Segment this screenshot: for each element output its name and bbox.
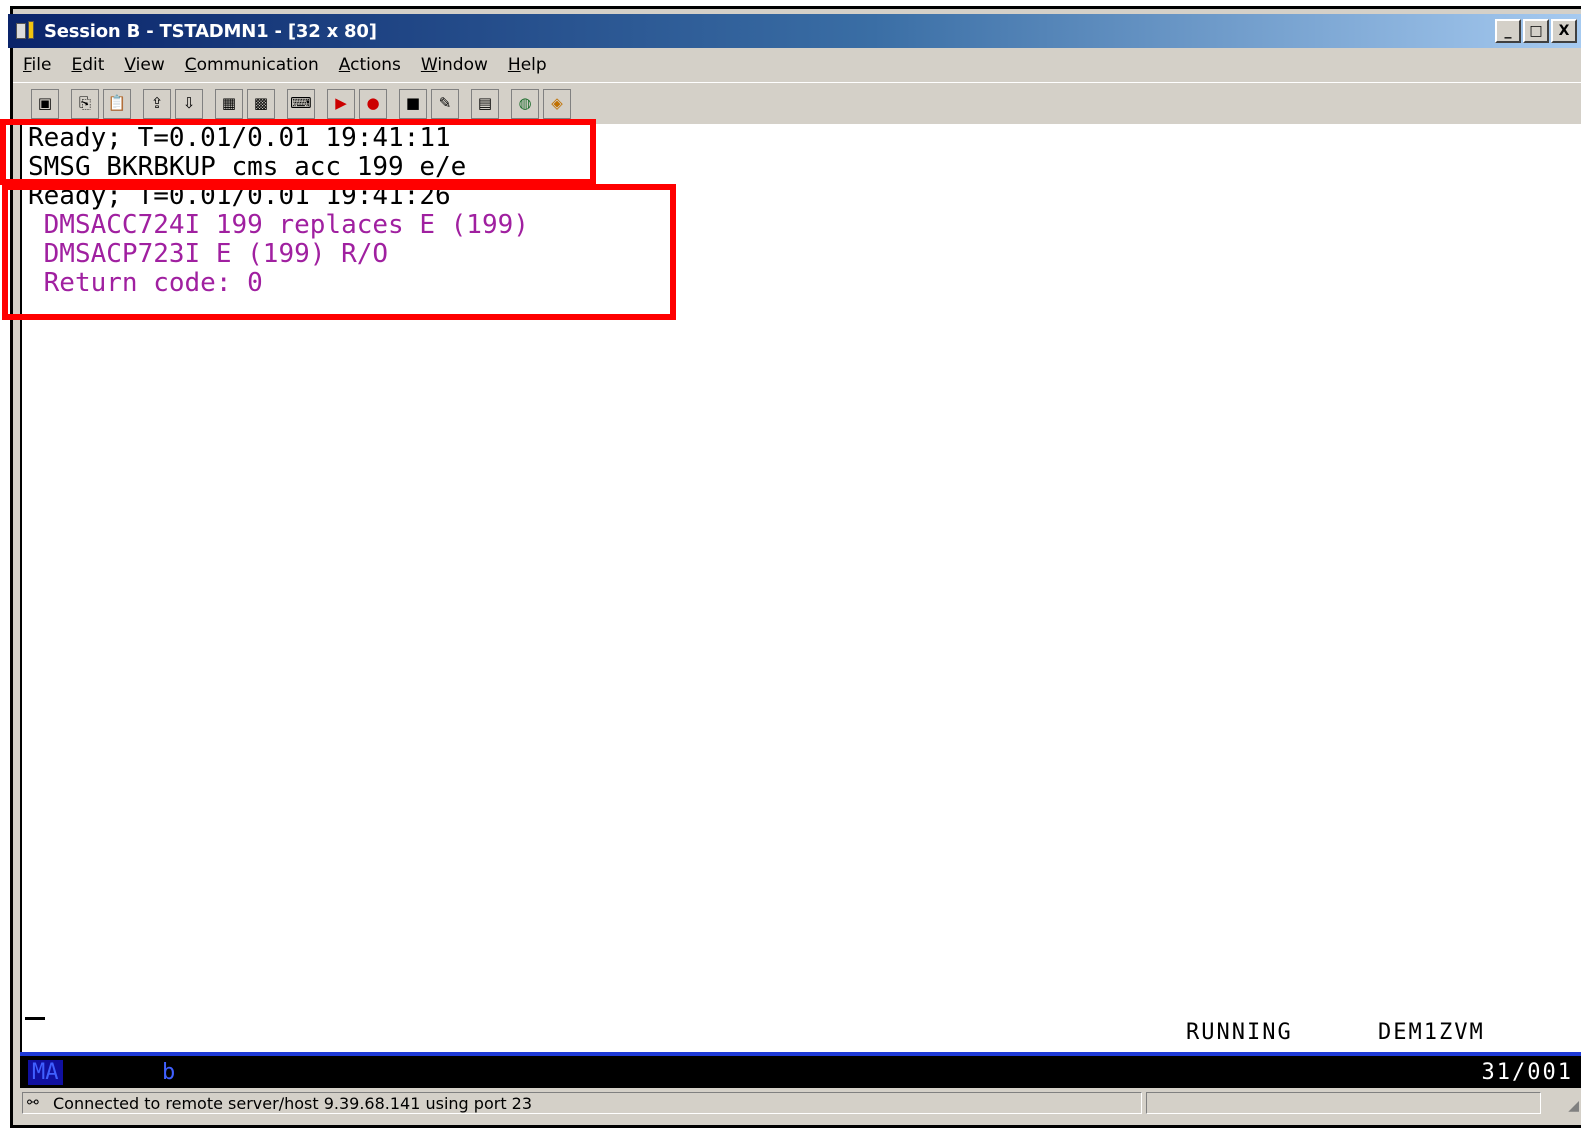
close-button[interactable]: X — [1551, 19, 1577, 43]
terminal-line: SMSG BKRBKUP cms acc 199 e/e — [28, 152, 467, 182]
title-bar[interactable]: Session B - TSTADMN1 - [32 x 80] _ □ X — [8, 14, 1581, 48]
print-screen-icon[interactable]: ▣ — [31, 88, 59, 119]
terminal-line: Ready; T=0.01/0.01 19:41:26 — [28, 181, 451, 211]
window-title: Session B - TSTADMN1 - [32 x 80] — [44, 20, 377, 42]
paste-icon[interactable]: 📋 — [103, 88, 131, 119]
connection-pane: ⚯ Connected to remote server/host 9.39.6… — [22, 1092, 1142, 1114]
terminal-line: DMSACC724I 199 replaces E (199) — [28, 210, 529, 240]
toolbar: ▣ ⎘ 📋 ⇪ ⇩ ▦ ▩ ⌨ ▶ ● ■ ✎ ▤ ◍ ◈ — [13, 82, 1581, 124]
clipboard-icon[interactable]: ▤ — [471, 88, 499, 119]
oia-session: b — [162, 1060, 176, 1085]
menu-view[interactable]: View — [114, 55, 174, 75]
keypad-icon[interactable]: ▩ — [247, 88, 275, 119]
terminal-line: DMSACP723I E (199) R/O — [28, 239, 389, 269]
app-icon — [16, 21, 38, 41]
terminal-line: Ready; T=0.01/0.01 19:41:11 — [28, 123, 451, 153]
terminal-line: Return code: 0 — [28, 268, 263, 298]
display-icon[interactable]: ▦ — [215, 88, 243, 119]
terminal-screen[interactable]: Ready; T=0.01/0.01 19:41:11 SMSG BKRBKUP… — [20, 124, 1581, 1052]
menu-bar: File Edit View Communication Actions Win… — [13, 50, 1581, 80]
system-name: DEM1ZVM — [1378, 1020, 1485, 1045]
text-cursor — [25, 1017, 45, 1020]
status-bar: ⚯ Connected to remote server/host 9.39.6… — [22, 1090, 1581, 1116]
oia-indicator: MA — [28, 1060, 63, 1085]
menu-file[interactable]: File — [13, 55, 61, 75]
connection-icon: ⚯ — [27, 1095, 39, 1111]
macro-play-icon[interactable]: ▶ — [327, 88, 355, 119]
connection-message: Connected to remote server/host 9.39.68.… — [53, 1093, 533, 1113]
maximize-button[interactable]: □ — [1523, 19, 1549, 43]
menu-actions[interactable]: Actions — [329, 55, 411, 75]
minimize-button[interactable]: _ — [1495, 19, 1521, 43]
status-pane-empty — [1146, 1092, 1541, 1114]
macro-edit-icon[interactable]: ✎ — [431, 88, 459, 119]
resize-grip-icon[interactable]: ◢ — [1568, 1098, 1579, 1114]
menu-window[interactable]: Window — [411, 55, 498, 75]
menu-help[interactable]: Help — [498, 55, 557, 75]
send-file-icon[interactable]: ⇪ — [143, 88, 171, 119]
menu-edit[interactable]: Edit — [61, 55, 114, 75]
macro-stop-icon[interactable]: ■ — [399, 88, 427, 119]
menu-communication[interactable]: Communication — [175, 55, 329, 75]
cursor-position: 31/001 — [1481, 1060, 1573, 1085]
operator-info-area: MA b 31/001 — [20, 1052, 1581, 1088]
keyboard-map-icon[interactable]: ⌨ — [287, 88, 315, 119]
help-icon[interactable]: ◈ — [543, 88, 571, 119]
receive-file-icon[interactable]: ⇩ — [175, 88, 203, 119]
copy-icon[interactable]: ⎘ — [71, 88, 99, 119]
running-status: RUNNING — [1186, 1020, 1293, 1045]
globe-icon[interactable]: ◍ — [511, 88, 539, 119]
macro-record-icon[interactable]: ● — [359, 88, 387, 119]
